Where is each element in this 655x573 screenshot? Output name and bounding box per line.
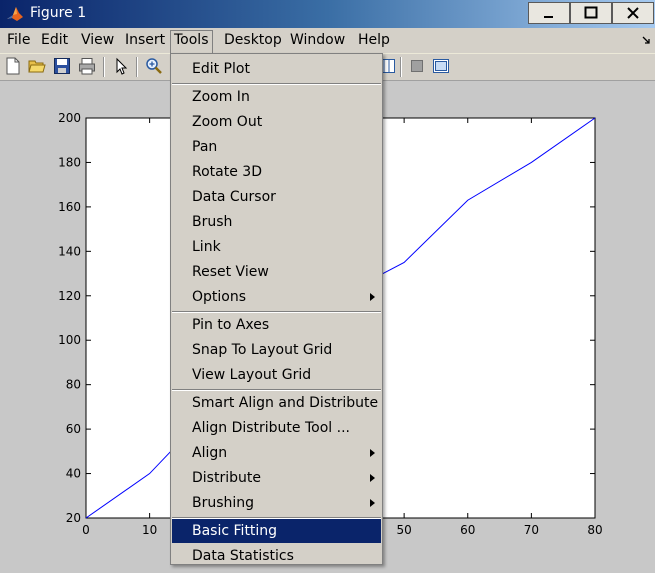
menu-item-label: Brush (192, 214, 233, 230)
menu-item-label: Pan (192, 139, 218, 155)
menu-item-brushing[interactable]: Brushing (172, 491, 381, 515)
menu-item-label: Rotate 3D (192, 164, 262, 180)
menu-item-label: Align (192, 445, 228, 461)
y-tick-label: 160 (58, 200, 81, 214)
menu-item-label: Brushing (192, 495, 255, 511)
menu-item-label: Reset View (192, 264, 269, 280)
x-tick-label: 10 (142, 523, 157, 537)
x-tick-label: 60 (460, 523, 475, 537)
x-tick-label: 70 (524, 523, 539, 537)
y-tick-label: 120 (58, 289, 81, 303)
menu-item-data-statistics[interactable]: Data Statistics (172, 544, 381, 568)
menu-item-label: Align Distribute Tool ... (192, 420, 350, 436)
menu-item-basic-fitting[interactable]: Basic Fitting (172, 519, 381, 543)
menu-item-rotate-3d[interactable]: Rotate 3D (172, 160, 381, 184)
menu-item-distribute[interactable]: Distribute (172, 466, 381, 490)
menu-item-data-cursor[interactable]: Data Cursor (172, 185, 381, 209)
y-tick-label: 20 (66, 511, 81, 525)
menu-item-label: Options (192, 289, 247, 305)
menu-item-label: Zoom Out (192, 114, 263, 130)
tools-dropdown-menu: Edit Plot Zoom In Zoom Out Pan Rotate 3D Data… (170, 53, 383, 565)
menu-item-smart-align-and-distribute[interactable]: Smart Align and Distribute (172, 391, 381, 415)
menu-item-brush[interactable]: Brush (172, 210, 381, 234)
x-tick-label: 50 (396, 523, 411, 537)
x-tick-label: 80 (587, 523, 602, 537)
menu-item-label: Data Statistics (192, 548, 294, 564)
menu-item-label: Basic Fitting (192, 523, 278, 539)
y-tick-label: 60 (66, 422, 81, 436)
menu-item-label: Smart Align and Distribute (192, 395, 379, 411)
menu-item-label: Link (192, 239, 221, 255)
y-tick-label: 80 (66, 378, 81, 392)
menu-item-label: Zoom In (192, 89, 250, 105)
submenu-arrow-icon (370, 499, 375, 507)
menu-item-snap-to-layout-grid[interactable]: Snap To Layout Grid (172, 338, 381, 362)
menu-item-label: Pin to Axes (192, 317, 270, 333)
menu-item-label: View Layout Grid (192, 367, 312, 383)
menu-item-label: Snap To Layout Grid (192, 342, 333, 358)
menu-item-zoom-out[interactable]: Zoom Out (172, 110, 381, 134)
menu-item-label: Data Cursor (192, 189, 276, 205)
y-tick-label: 140 (58, 244, 81, 258)
menu-item-align-distribute-tool[interactable]: Align Distribute Tool ... (172, 416, 381, 440)
menu-item-reset-view[interactable]: Reset View (172, 260, 381, 284)
menu-item-pan[interactable]: Pan (172, 135, 381, 159)
submenu-arrow-icon (370, 449, 375, 457)
menu-item-pin-to-axes[interactable]: Pin to Axes (172, 313, 381, 337)
menu-item-zoom-in[interactable]: Zoom In (172, 85, 381, 109)
submenu-arrow-icon (370, 293, 375, 301)
menu-item-edit-plot[interactable]: Edit Plot (172, 57, 381, 81)
y-tick-label: 40 (66, 467, 81, 481)
submenu-arrow-icon (370, 474, 375, 482)
menu-item-link[interactable]: Link (172, 235, 381, 259)
y-tick-label: 200 (58, 111, 81, 125)
menu-item-label: Edit Plot (192, 61, 250, 77)
menu-item-options[interactable]: Options (172, 285, 381, 309)
menu-item-label: Distribute (192, 470, 261, 486)
menu-item-view-layout-grid[interactable]: View Layout Grid (172, 363, 381, 387)
x-tick-label: 0 (82, 523, 90, 537)
y-tick-label: 180 (58, 155, 81, 169)
y-tick-label: 100 (58, 333, 81, 347)
menu-item-align[interactable]: Align (172, 441, 381, 465)
